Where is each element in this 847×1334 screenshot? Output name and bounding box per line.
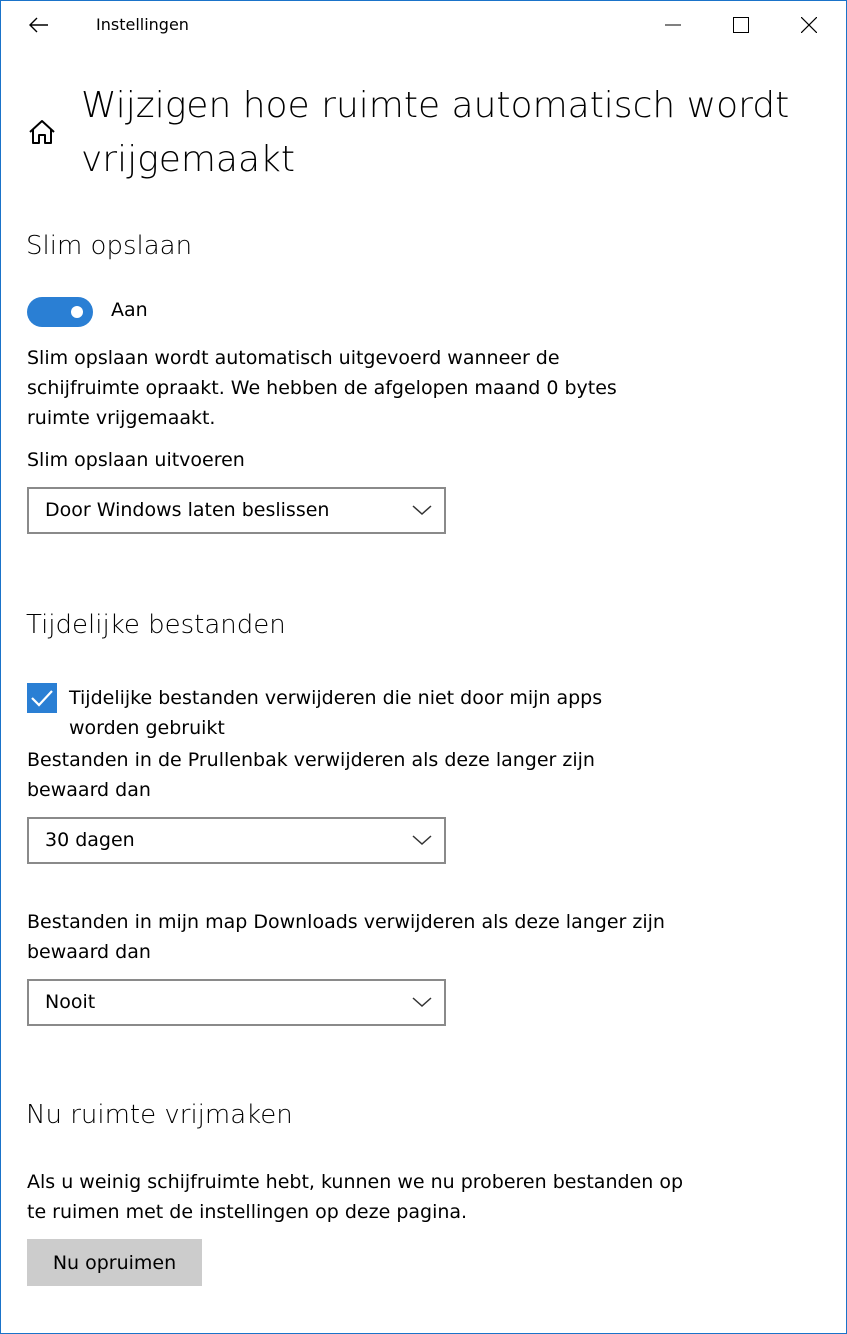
- maximize-button[interactable]: [707, 1, 775, 49]
- back-button[interactable]: [21, 9, 57, 41]
- dropdown-value: 30 dagen: [45, 829, 135, 851]
- page-title: Wijzigen hoe ruimte automatisch wordt vr…: [81, 85, 790, 180]
- section-heading-temp-files: Tijdelijke bestanden: [26, 610, 286, 640]
- close-icon: [801, 17, 817, 33]
- home-button[interactable]: [27, 117, 57, 147]
- section-heading-free-space-now: Nu ruimte vrijmaken: [26, 1100, 293, 1130]
- toggle-knob: [71, 306, 83, 318]
- settings-window: Instellingen Wijzigen hoe ruimte automat…: [0, 0, 847, 1334]
- checkmark-icon: [31, 690, 53, 707]
- dropdown-value: Nooit: [45, 991, 96, 1013]
- free-space-description: Als u weinig schijfruimte hebt, kunnen w…: [27, 1171, 684, 1223]
- chevron-down-icon: [412, 835, 432, 846]
- downloads-dropdown[interactable]: Nooit: [27, 979, 446, 1026]
- chevron-down-icon: [412, 505, 432, 516]
- run-storage-sense-label: Slim opslaan uitvoeren: [27, 449, 245, 471]
- title-bar: Instellingen: [1, 1, 846, 49]
- recycle-bin-dropdown[interactable]: 30 dagen: [27, 817, 446, 864]
- chevron-down-icon: [412, 997, 432, 1008]
- minimize-icon: [665, 24, 681, 26]
- maximize-icon: [733, 17, 749, 33]
- close-button[interactable]: [775, 1, 843, 49]
- minimize-button[interactable]: [639, 1, 707, 49]
- storage-sense-description: Slim opslaan wordt automatisch uitgevoer…: [27, 347, 617, 429]
- toggle-state-label: Aan: [111, 299, 148, 321]
- app-title: Instellingen: [96, 15, 189, 34]
- dropdown-value: Door Windows laten beslissen: [45, 499, 330, 521]
- clean-now-button[interactable]: Nu opruimen: [27, 1239, 202, 1286]
- delete-temp-files-label: Tijdelijke bestanden verwijderen die nie…: [69, 687, 603, 739]
- section-heading-storage-sense: Slim opslaan: [26, 231, 193, 261]
- home-icon: [29, 120, 55, 144]
- downloads-label: Bestanden in mijn map Downloads verwijde…: [27, 911, 665, 963]
- recycle-bin-label: Bestanden in de Prullenbak verwijderen a…: [27, 749, 595, 801]
- run-storage-sense-dropdown[interactable]: Door Windows laten beslissen: [27, 487, 446, 534]
- delete-temp-files-checkbox[interactable]: [27, 683, 57, 713]
- back-arrow-icon: [29, 17, 48, 33]
- storage-sense-toggle[interactable]: [27, 297, 93, 327]
